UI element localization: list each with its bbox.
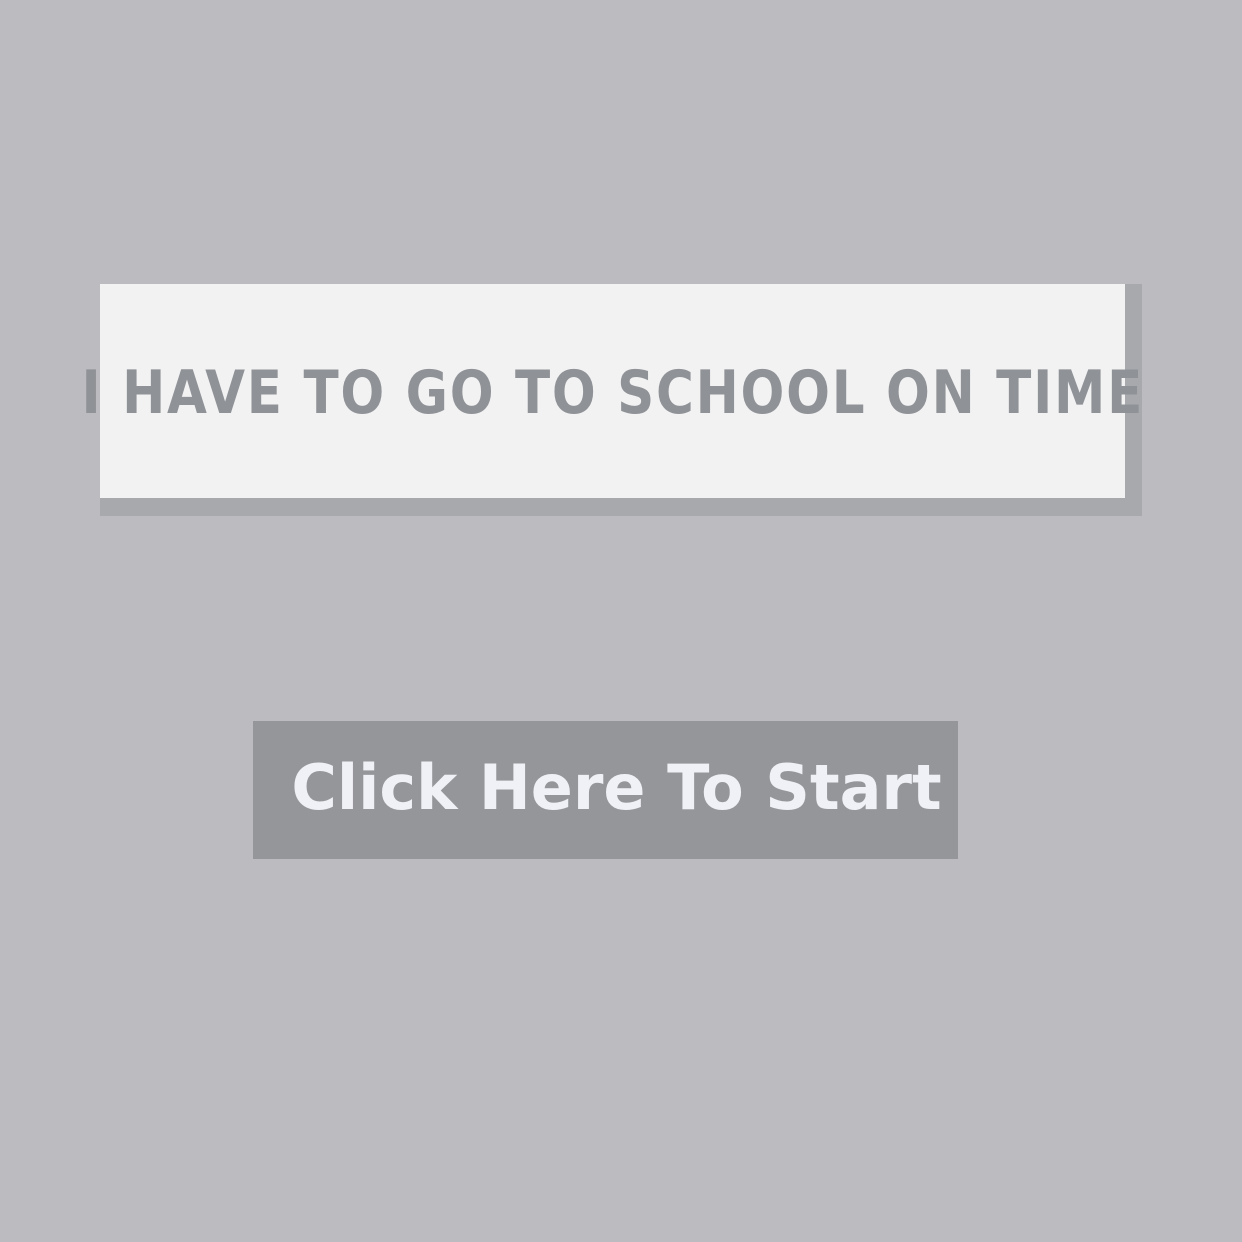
start-button[interactable]: Click Here To Start bbox=[253, 721, 958, 859]
start-button-label: Click Here To Start bbox=[291, 750, 942, 824]
title-panel: I HAVE TO GO TO SCHOOL ON TIME bbox=[81, 284, 1142, 498]
game-title: I HAVE TO GO TO SCHOOL ON TIME bbox=[81, 358, 1144, 428]
